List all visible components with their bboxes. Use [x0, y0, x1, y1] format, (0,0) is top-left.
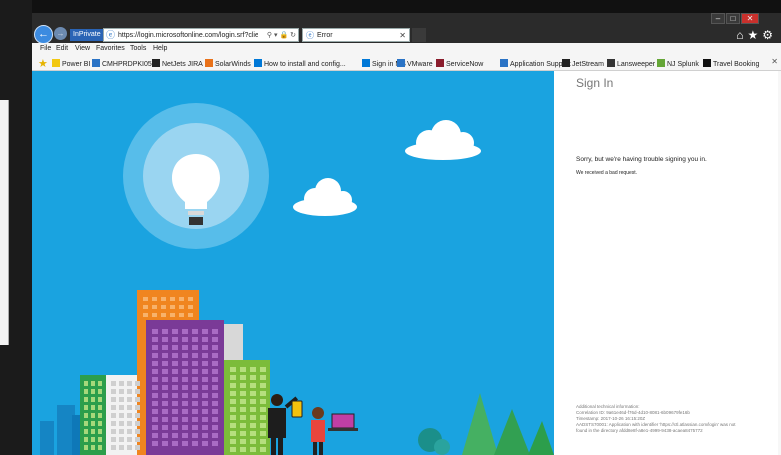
tab-close-icon[interactable]: ✕	[399, 30, 406, 41]
ie-page-icon: ⓔ	[106, 30, 116, 40]
favorites-star-icon[interactable]: ★	[747, 28, 758, 42]
home-icon[interactable]: ⌂	[736, 28, 743, 42]
menu-favorites[interactable]: Favorites	[96, 45, 125, 52]
background-window-edge	[0, 100, 9, 345]
favorite-label: VMware	[407, 61, 433, 68]
favorite-label: Power BI	[62, 61, 91, 68]
travel-icon	[703, 59, 711, 67]
windows-logo-icon	[362, 59, 370, 67]
hero-illustration	[32, 71, 554, 455]
tablet-icon	[291, 400, 303, 418]
favorite-label: NJ Splunk	[667, 61, 699, 68]
tab-error[interactable]: ⓔ Error ✕	[302, 28, 410, 42]
browser-titlebar: – □ ✕ ← → InPrivate ⓔ https://login.micr…	[32, 13, 781, 44]
new-tab-button[interactable]	[412, 28, 426, 42]
jira-icon	[152, 59, 160, 67]
favorites-bar-close-icon[interactable]: ✕	[771, 57, 778, 66]
close-window-button[interactable]: ✕	[741, 13, 759, 24]
menu-view[interactable]: View	[75, 45, 90, 52]
bar-chart-icon	[52, 59, 60, 67]
ie-page-icon	[397, 59, 405, 67]
favorite-link[interactable]: How to install and config...	[254, 59, 346, 68]
address-tools: ⚲ ▾ 🔒 ↻	[267, 30, 296, 41]
favorite-link[interactable]: NJ Splunk	[657, 59, 699, 68]
inprivate-badge: InPrivate	[70, 29, 104, 41]
favorite-link[interactable]: Application Support	[500, 59, 571, 68]
favorite-link[interactable]: JetStream	[562, 59, 604, 68]
signin-title: Sign In	[576, 76, 614, 90]
cloud-icon	[405, 120, 481, 160]
browser-window: – □ ✕ ← → InPrivate ⓔ https://login.micr…	[32, 13, 781, 455]
tech-info-line: found in the directory afdd8e8f-a8e1-499…	[576, 428, 703, 433]
menu-tools[interactable]: Tools	[130, 45, 146, 52]
splunk-icon	[657, 59, 665, 67]
menu-edit[interactable]: Edit	[56, 45, 68, 52]
address-url[interactable]: https://login.microsoftonline.com/login.…	[118, 30, 258, 41]
forward-arrow-icon: →	[56, 29, 65, 38]
favorite-link[interactable]: Travel Booking	[703, 59, 759, 68]
solarwinds-icon	[205, 59, 213, 67]
dropdown-icon[interactable]: ▾	[274, 32, 278, 39]
window-controls: – □ ✕	[710, 13, 759, 24]
error-submessage: We received a bad request.	[576, 170, 638, 176]
tree-icon	[494, 409, 530, 455]
windows-logo-icon	[254, 59, 262, 67]
back-button[interactable]: ←	[34, 25, 53, 44]
favorite-label: Travel Booking	[713, 61, 760, 68]
ie-page-icon: ⓔ	[306, 31, 314, 40]
tree-icon	[462, 393, 498, 455]
technical-information: Additional technical information: Correl…	[576, 404, 766, 434]
favorite-label: NetJets JIRA	[162, 61, 203, 68]
laptop-icon	[331, 413, 355, 429]
tree-icon	[528, 421, 554, 455]
address-bar[interactable]: ⓔ https://login.microsoftonline.com/logi…	[103, 28, 299, 42]
bush-icon	[434, 439, 450, 455]
favorite-label: JetStream	[572, 61, 604, 68]
favorite-link[interactable]: VMware	[397, 59, 433, 68]
ie-page-icon	[92, 59, 100, 67]
favorite-label: SolarWinds	[215, 61, 251, 68]
back-arrow-icon: ←	[38, 28, 49, 40]
tab-title: Error	[317, 32, 333, 39]
favorite-label: How to install and config...	[264, 61, 346, 68]
forward-button[interactable]: →	[54, 27, 67, 40]
lock-icon[interactable]: 🔒	[279, 32, 288, 39]
favorite-label: Lansweeper	[617, 61, 656, 68]
jetstream-icon	[562, 59, 570, 67]
servicenow-icon	[436, 59, 444, 67]
favorite-link[interactable]: Power BI	[52, 59, 90, 68]
favorite-label: ServiceNow	[446, 61, 484, 68]
gear-icon[interactable]: ⚙	[762, 28, 773, 42]
city-lightbulb-illustration	[40, 103, 554, 455]
minimize-button[interactable]: –	[711, 13, 725, 24]
favorite-link[interactable]: Lansweeper	[607, 59, 655, 68]
favorite-link[interactable]: ServiceNow	[436, 59, 483, 68]
error-message: Sorry, but we're having trouble signing …	[576, 156, 707, 163]
favorites-star-icon[interactable]: ★	[38, 57, 48, 70]
favorite-label: CMHPRDPKI05	[102, 61, 152, 68]
favorite-link[interactable]: SolarWinds	[205, 59, 251, 68]
person-icon	[311, 407, 325, 455]
refresh-icon[interactable]: ↻	[290, 32, 296, 39]
maximize-button[interactable]: □	[726, 13, 740, 24]
lansweeper-icon	[607, 59, 615, 67]
search-icon[interactable]: ⚲	[267, 32, 272, 39]
favorite-link[interactable]: CMHPRDPKI05	[92, 59, 152, 68]
browser-tools: ⌂ ★ ⚙	[736, 28, 773, 42]
favorite-link[interactable]: NetJets JIRA	[152, 59, 203, 68]
cloud-icon	[293, 178, 357, 216]
signin-panel: Sign In Sorry, but we're having trouble …	[554, 71, 781, 455]
favorites-bar: ★ ✕ Power BI CMHPRDPKI05 NetJets JIRA Solar…	[32, 56, 781, 71]
menu-bar: File Edit View Favorites Tools Help	[32, 43, 781, 56]
ie-page-icon	[500, 59, 508, 67]
menu-file[interactable]: File	[40, 45, 51, 52]
menu-help[interactable]: Help	[153, 45, 167, 52]
